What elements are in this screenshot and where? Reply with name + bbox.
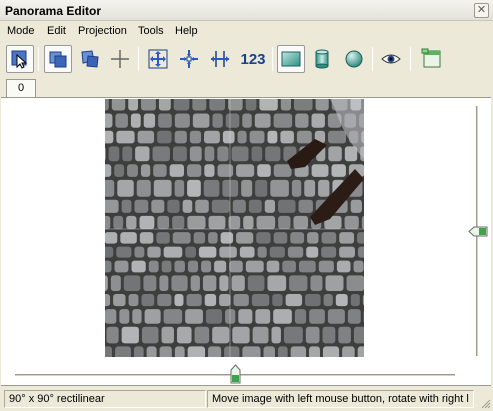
fit-all-button[interactable] xyxy=(144,45,172,73)
menu-mode[interactable]: Mode xyxy=(7,25,35,37)
crosshair-button[interactable] xyxy=(106,45,134,73)
move-image-alt-button[interactable] xyxy=(76,45,104,73)
window-layout-icon xyxy=(421,48,441,68)
slider-thumb-icon xyxy=(468,226,488,237)
toolbar-separator xyxy=(272,47,273,71)
toolbar-separator xyxy=(138,47,139,71)
center-image-icon xyxy=(180,50,198,68)
status-fov: 90° x 90° rectilinear xyxy=(4,390,206,408)
panorama-image[interactable] xyxy=(105,99,364,357)
select-arrow-icon xyxy=(11,50,28,69)
fit-width-button[interactable] xyxy=(206,45,234,73)
cylindrical-projection-icon xyxy=(315,49,329,69)
image-tabs: 0 xyxy=(0,77,493,98)
vertical-slider-thumb[interactable] xyxy=(468,226,488,237)
menu-edit[interactable]: Edit xyxy=(47,25,66,37)
eye-preview-button[interactable] xyxy=(377,45,405,73)
menu-help[interactable]: Help xyxy=(175,25,198,37)
tab-image-0[interactable]: 0 xyxy=(6,79,36,98)
title-bar: Panorama Editor ✕ xyxy=(0,0,493,21)
toolbar-separator xyxy=(410,47,411,71)
move-image-alt-icon xyxy=(81,50,99,68)
fit-width-icon xyxy=(211,51,229,67)
rectilinear-projection-button[interactable] xyxy=(277,45,305,73)
select-arrow-button[interactable] xyxy=(6,45,34,73)
cobblestone-photo xyxy=(105,99,364,357)
crosshair-icon xyxy=(111,50,129,68)
fit-all-icon xyxy=(148,49,168,69)
eye-preview-icon xyxy=(381,54,401,64)
spherical-projection-button[interactable] xyxy=(340,45,368,73)
window-layout-button[interactable] xyxy=(418,45,446,73)
cylindrical-projection-button[interactable] xyxy=(308,45,336,73)
center-image-button[interactable] xyxy=(175,45,203,73)
window-title: Panorama Editor xyxy=(5,4,102,18)
menu-projection[interactable]: Projection xyxy=(78,25,127,37)
preview-canvas[interactable] xyxy=(1,97,491,386)
move-image-icon xyxy=(49,51,67,68)
menu-bar: Mode Edit Projection Tools Help xyxy=(0,21,493,41)
rectilinear-projection-icon xyxy=(281,51,301,67)
status-bar: 90° x 90° rectilinear Move image with le… xyxy=(0,387,493,411)
toolbar-separator xyxy=(372,47,373,71)
toolbar-separator xyxy=(38,47,39,71)
menu-tools[interactable]: Tools xyxy=(138,25,164,37)
number-button[interactable]: 123 xyxy=(238,45,268,73)
move-image-button[interactable] xyxy=(44,45,72,73)
resize-grip-icon[interactable] xyxy=(479,397,491,409)
toolbar: 123 xyxy=(0,41,493,77)
number-text: 123 xyxy=(240,50,266,68)
spherical-projection-icon xyxy=(345,50,363,68)
slider-thumb-icon xyxy=(230,364,241,384)
close-button[interactable]: ✕ xyxy=(474,3,489,18)
status-hint: Move image with left mouse button, rotat… xyxy=(207,390,474,408)
horizontal-slider-thumb[interactable] xyxy=(230,364,241,384)
